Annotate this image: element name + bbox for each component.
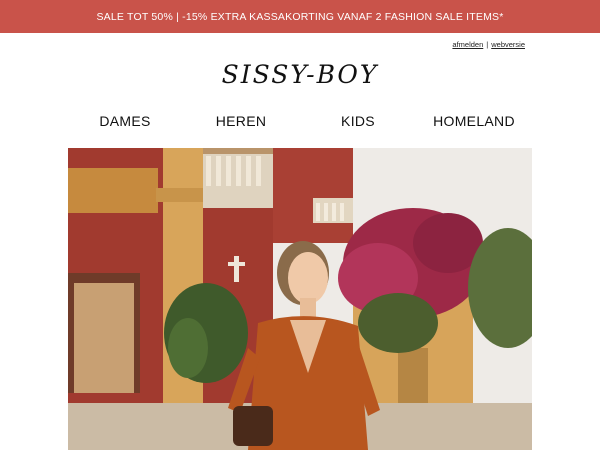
hero-photo [68,148,532,450]
promo-banner[interactable]: SALE TOT 50% | -15% EXTRA KASSAKORTING V… [0,0,600,33]
nav-item-dames[interactable]: DAMES [99,113,150,129]
nav-item-kids[interactable]: KIDS [341,113,375,129]
link-separator: | [486,40,489,49]
web-version-link[interactable]: webversie [491,40,525,49]
hero-image[interactable] [68,148,532,450]
nav-item-homeland[interactable]: HOMELAND [433,113,515,129]
brand-logo[interactable]: SISSY-BOY [0,60,600,89]
promo-text: SALE TOT 50% | -15% EXTRA KASSAKORTING V… [96,10,504,23]
unsubscribe-link[interactable]: afmelden [452,40,483,49]
utility-links: afmelden | webversie [452,40,525,49]
nav-item-heren[interactable]: HEREN [216,113,267,129]
main-nav: DAMES HEREN KIDS HOMELAND [68,113,532,133]
